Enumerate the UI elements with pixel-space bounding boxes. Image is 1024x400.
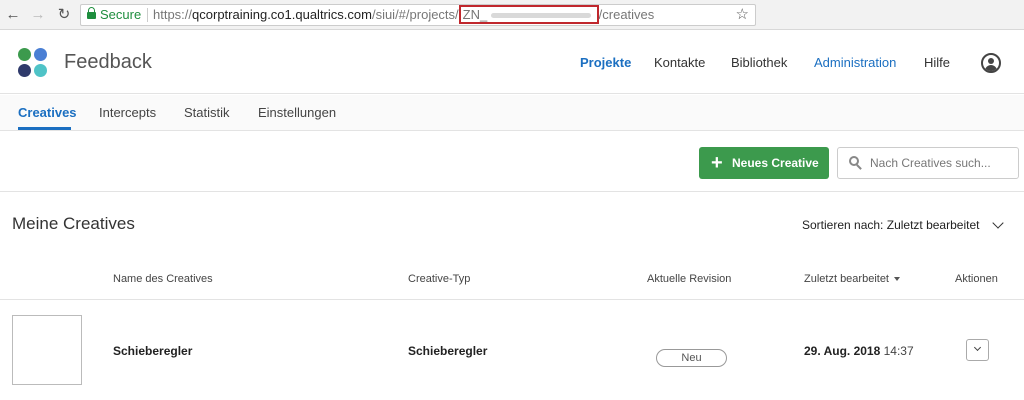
tab-intercepts[interactable]: Intercepts <box>99 105 156 120</box>
search-icon <box>849 156 863 170</box>
app-title: Feedback <box>64 51 152 73</box>
search-input[interactable] <box>870 148 1016 178</box>
nav-kontakte[interactable]: Kontakte <box>654 55 705 70</box>
tab-einstellungen[interactable]: Einstellungen <box>258 105 336 120</box>
section-title: Meine Creatives <box>12 214 135 233</box>
reload-icon[interactable]: ↻ <box>55 6 73 24</box>
sub-tabs: Creatives Intercepts Statistik Einstellu… <box>0 95 1024 131</box>
plus-icon: + <box>711 152 723 174</box>
nav-bibliothek[interactable]: Bibliothek <box>731 55 787 70</box>
active-tab-indicator <box>18 127 71 130</box>
creative-type: Schieberegler <box>408 344 488 358</box>
url-suffix: /creatives <box>598 7 655 22</box>
lock-icon <box>87 7 96 19</box>
secure-label: Secure <box>100 7 142 22</box>
toolbar-divider <box>0 191 1024 192</box>
row-actions-button[interactable] <box>966 339 989 361</box>
last-edited: 29. Aug. 2018 14:37 <box>804 344 914 358</box>
user-account-icon[interactable] <box>981 53 1001 73</box>
new-creative-label: Neues Creative <box>732 156 819 170</box>
address-bar[interactable]: Secure https://qcorptraining.co1.qualtri… <box>80 4 756 26</box>
browser-toolbar: ← → ↻ Secure https://qcorptraining.co1.q… <box>0 0 1024 30</box>
sort-label: Sortieren nach: <box>802 218 884 232</box>
sort-dropdown[interactable]: Sortieren nach: Zuletzt bearbeitet <box>802 218 979 232</box>
table-row[interactable]: Schieberegler Schieberegler Neu 29. Aug.… <box>0 301 1024 400</box>
nav-administration[interactable]: Administration <box>814 55 896 70</box>
url-separator <box>147 8 148 22</box>
redaction-blur <box>491 13 592 19</box>
redacted-project-id: ZN_ <box>458 5 599 24</box>
tab-statistik[interactable]: Statistik <box>184 105 230 120</box>
logo-dot-navy <box>18 64 31 77</box>
nav-projekte[interactable]: Projekte <box>580 55 631 70</box>
column-header-type[interactable]: Creative-Typ <box>408 273 470 285</box>
url-prefix: https:// <box>153 7 193 22</box>
column-header-actions: Aktionen <box>955 273 998 285</box>
logo-dot-teal <box>34 64 47 77</box>
last-edited-time: 14:37 <box>883 344 914 358</box>
bookmark-star-icon[interactable]: ☆ <box>736 5 749 25</box>
table-header: Name des Creatives Creative-Typ Aktuelle… <box>0 260 1024 300</box>
back-arrow-icon[interactable]: ← <box>4 6 22 24</box>
column-header-name[interactable]: Name des Creatives <box>113 273 213 285</box>
logo-dot-blue <box>34 48 47 61</box>
sort-caret-icon <box>894 277 900 282</box>
app-logo[interactable] <box>18 48 48 78</box>
logo-dot-green <box>18 48 31 61</box>
url-text: https://qcorptraining.co1.qualtrics.com/… <box>153 5 654 25</box>
chevron-down-icon <box>973 343 982 352</box>
creative-thumbnail[interactable] <box>12 315 82 385</box>
url-path: /siui/#/projects/ <box>371 7 459 22</box>
column-header-last-edited-label: Zuletzt bearbeitet <box>804 273 889 285</box>
redacted-prefix: ZN_ <box>462 7 488 22</box>
column-header-revision[interactable]: Aktuelle Revision <box>647 273 731 285</box>
column-header-last-edited[interactable]: Zuletzt bearbeitet <box>804 273 900 285</box>
app-header: Feedback Projekte Kontakte Bibliothek Ad… <box>0 31 1024 94</box>
new-creative-button[interactable]: + Neues Creative <box>699 147 829 179</box>
sort-value: Zuletzt bearbeitet <box>886 218 980 232</box>
nav-hilfe[interactable]: Hilfe <box>924 55 950 70</box>
search-box[interactable] <box>837 147 1019 179</box>
forward-arrow-icon[interactable]: → <box>29 6 47 24</box>
creative-name[interactable]: Schieberegler <box>113 344 192 358</box>
last-edited-date: 29. Aug. 2018 <box>804 344 881 358</box>
revision-badge: Neu <box>656 349 727 367</box>
url-host: qcorptraining.co1.qualtrics.com <box>192 7 372 22</box>
tab-creatives[interactable]: Creatives <box>18 105 77 120</box>
chevron-down-icon[interactable] <box>992 217 1004 229</box>
